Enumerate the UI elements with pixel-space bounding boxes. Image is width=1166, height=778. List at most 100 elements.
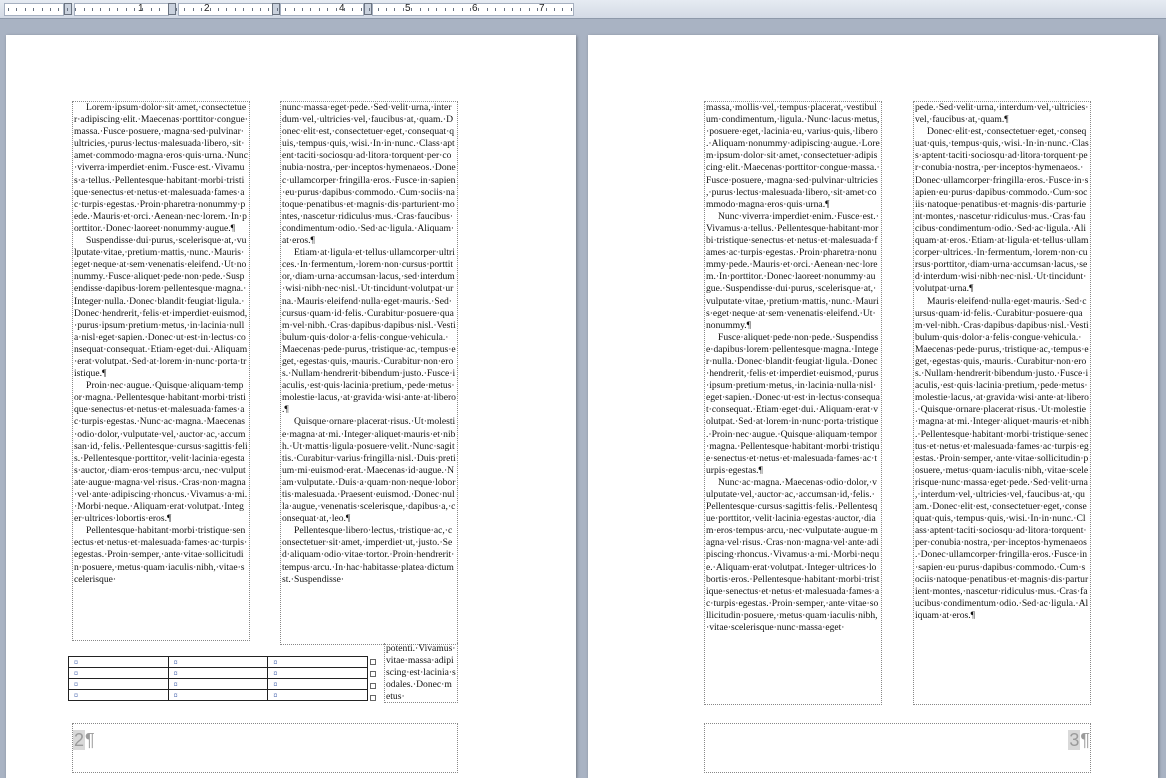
ruler-tick xyxy=(462,8,463,11)
footer-area[interactable]: 2¶ xyxy=(72,723,458,773)
ruler-tick xyxy=(92,8,93,11)
table-cell[interactable]: ¤ xyxy=(167,689,269,701)
paragraph[interactable]: nunc·massa·eget·pede.·Sed·velit·urna,·in… xyxy=(282,102,456,247)
paragraph[interactable]: Nunc·viverra·imperdiet·enim.·Fusce·est.·… xyxy=(706,211,880,332)
table-cell[interactable]: ¤ xyxy=(267,656,368,668)
ruler-tick xyxy=(327,8,328,11)
ruler-tick xyxy=(134,8,135,11)
ruler-tick xyxy=(470,8,471,11)
paragraph[interactable]: Pellentesque·libero·lectus,·tristique·ac… xyxy=(282,525,456,585)
table-cell[interactable]: ¤ xyxy=(68,656,169,668)
ruler-tick xyxy=(67,8,68,11)
table-row[interactable]: ¤ ¤ ¤ xyxy=(68,689,368,701)
cell-end-marker: ¤ xyxy=(173,679,178,689)
paragraph[interactable]: Lorem·ipsum·dolor·sit·amet,·consectetuer… xyxy=(74,102,248,235)
ruler-tick xyxy=(361,8,362,11)
ruler-number: 7 xyxy=(539,3,545,14)
ruler-tick xyxy=(159,8,160,11)
cell-end-marker: ¤ xyxy=(173,668,178,678)
text-column-1[interactable]: Lorem·ipsum·dolor·sit·amet,·consectetuer… xyxy=(72,101,250,641)
paragraph[interactable]: Mauris·eleifend·nulla·eget·mauris.·Sed·c… xyxy=(915,296,1089,623)
paragraph[interactable]: Etiam·at·ligula·et·tellus·ullamcorper·ul… xyxy=(282,247,456,416)
ruler-tick xyxy=(344,8,345,11)
ruler-number: 2 xyxy=(204,3,210,14)
text-column-2[interactable]: nunc·massa·eget·pede.·Sed·velit·urna,·in… xyxy=(280,101,458,645)
table-cell[interactable]: ¤ xyxy=(68,678,169,690)
paragraph[interactable]: Pellentesque·habitant·morbi·tristique·se… xyxy=(74,525,248,585)
paragraph[interactable]: Quisque·ornare·placerat·risus.·Ut·molest… xyxy=(282,416,456,525)
paragraph[interactable]: pede.·Sed·velit·urna,·interdum·vel,·ultr… xyxy=(915,102,1089,126)
ruler-margin-left xyxy=(4,3,64,16)
ruler-tick xyxy=(504,8,505,11)
paragraph[interactable]: Suspendisse·dui·purus,·scelerisque·at,·v… xyxy=(74,235,248,380)
ruler-tick xyxy=(369,8,370,11)
cell-end-marker: ¤ xyxy=(173,657,178,667)
ruler-tick xyxy=(571,8,572,11)
ruler-tick xyxy=(537,8,538,11)
paragraph[interactable]: massa,·mollis·vel,·tempus·placerat,·vest… xyxy=(706,102,880,211)
ruler-tick xyxy=(319,8,320,11)
document-page[interactable]: Lorem·ipsum·dolor·sit·amet,·consectetuer… xyxy=(6,35,576,778)
ruler-tick xyxy=(252,8,253,11)
table-cell[interactable]: ¤ xyxy=(167,656,269,668)
text-column-continuation[interactable]: potenti.·Vivamus·vitae·massa·adipiscing·… xyxy=(384,643,458,703)
ruler-tick xyxy=(529,8,530,11)
row-end-marker xyxy=(370,695,376,701)
table-cell[interactable]: ¤ xyxy=(267,689,368,701)
ruler-tick xyxy=(168,8,169,11)
footer-area[interactable]: 3¶ xyxy=(704,723,1091,773)
table-cell[interactable]: ¤ xyxy=(167,667,269,679)
ruler-tick xyxy=(218,8,219,11)
ruler-tick xyxy=(411,8,412,11)
horizontal-ruler[interactable]: 1 2 4 5 6 7 xyxy=(0,0,1166,19)
ruler-tick xyxy=(75,8,76,11)
ruler-tick xyxy=(302,8,303,11)
row-end-marker xyxy=(370,683,376,689)
ruler-tick xyxy=(352,8,353,11)
ruler-tick xyxy=(478,8,479,11)
ruler-tick xyxy=(226,8,227,11)
ruler-tick xyxy=(109,8,110,11)
ruler-tick xyxy=(84,8,85,11)
table-cell[interactable]: ¤ xyxy=(167,678,269,690)
ruler-tick xyxy=(193,8,194,11)
ruler-tick xyxy=(378,8,379,11)
ruler-column-marker[interactable] xyxy=(64,3,72,15)
ruler-tick xyxy=(403,8,404,11)
paragraph[interactable]: potenti.·Vivamus·vitae·massa·adipiscing·… xyxy=(386,643,456,702)
ruler-tick xyxy=(201,8,202,11)
ruler-tick xyxy=(420,8,421,11)
text-column-1[interactable]: massa,·mollis·vel,·tempus·placerat,·vest… xyxy=(704,101,882,705)
ruler-tick xyxy=(50,8,51,11)
paragraph[interactable]: Nunc·ac·magna.·Maecenas·odio·dolor,·vulp… xyxy=(706,477,880,634)
table-cell[interactable]: ¤ xyxy=(267,678,368,690)
ruler-tick xyxy=(243,8,244,11)
paragraph[interactable]: Fusce·aliquet·pede·non·pede.·Suspendisse… xyxy=(706,332,880,477)
ruler-tick xyxy=(58,8,59,11)
ruler-column-marker[interactable] xyxy=(364,3,372,15)
ruler-column-marker[interactable] xyxy=(272,3,280,15)
empty-table[interactable]: ¤ ¤ ¤ ¤ ¤ ¤ ¤ ¤ ¤ ¤ ¤ ¤ xyxy=(68,656,368,701)
paragraph[interactable]: Proin·nec·augue.·Quisque·aliquam·tempor·… xyxy=(74,380,248,525)
table-row[interactable]: ¤ ¤ ¤ xyxy=(68,667,368,679)
ruler-number: 5 xyxy=(405,3,411,14)
ruler-tick xyxy=(336,8,337,11)
table-cell[interactable]: ¤ xyxy=(267,667,368,679)
page-number: 3¶ xyxy=(1068,730,1090,750)
table-row[interactable]: ¤ ¤ ¤ xyxy=(68,678,368,690)
document-page[interactable]: massa,·mollis·vel,·tempus·placerat,·vest… xyxy=(588,35,1158,778)
table-cell[interactable]: ¤ xyxy=(68,689,169,701)
paragraph[interactable]: Donec·elit·est,·consectetuer·eget,·conse… xyxy=(915,126,1089,295)
ruler-tick xyxy=(16,8,17,11)
ruler-tick xyxy=(210,8,211,11)
ruler-tick xyxy=(142,8,143,11)
text-column-2[interactable]: pede.·Sed·velit·urna,·interdum·vel,·ultr… xyxy=(913,101,1091,705)
cell-end-marker: ¤ xyxy=(74,690,78,700)
page-number: 2¶ xyxy=(73,730,95,750)
row-end-marker xyxy=(370,659,376,665)
row-end-marker xyxy=(370,671,376,677)
table-row[interactable]: ¤ ¤ ¤ xyxy=(68,656,368,668)
ruler-tick xyxy=(394,8,395,11)
table-cell[interactable]: ¤ xyxy=(68,667,169,679)
ruler-column-marker[interactable] xyxy=(168,3,176,15)
